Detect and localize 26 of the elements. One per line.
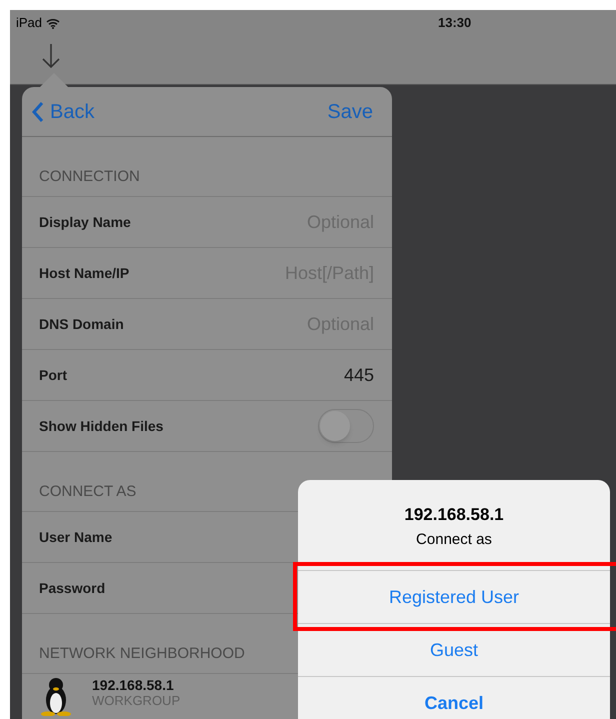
row-label: Port — [39, 366, 67, 384]
row-label: Password — [39, 578, 106, 598]
save-button[interactable]: Save — [327, 96, 382, 126]
sheet-message: Connect as — [415, 530, 493, 550]
section-header: CONNECT AS — [39, 482, 136, 502]
download-arrow-icon[interactable] — [41, 43, 61, 69]
option-button[interactable]: Registered User — [298, 571, 610, 623]
section-header: CONNECTION — [39, 166, 140, 186]
penguin-icon — [40, 676, 72, 716]
section-header: NETWORK NEIGHBORHOOD — [39, 644, 245, 664]
device-name: iPad — [16, 14, 42, 32]
row-label: Host Name/IP — [39, 264, 130, 282]
clock-time: 13:30 — [438, 14, 472, 32]
row-label: Display Name — [39, 212, 131, 232]
option-button[interactable]: Cancel — [298, 677, 610, 719]
option-button[interactable]: Guest — [298, 624, 610, 676]
back-button[interactable]: Back — [32, 96, 94, 126]
toggle-switch[interactable] — [318, 409, 374, 443]
chevron-left-icon — [32, 100, 44, 122]
host-name[interactable]: 192.168.58.1 — [92, 676, 180, 694]
text-field[interactable]: 445 — [224, 362, 374, 388]
row-label: User Name — [39, 528, 112, 546]
row-label: Show Hidden Files — [39, 416, 164, 436]
wifi-icon — [46, 18, 60, 28]
sheet-title: 192.168.58.1 — [403, 504, 505, 526]
row-label: DNS Domain — [39, 314, 124, 334]
